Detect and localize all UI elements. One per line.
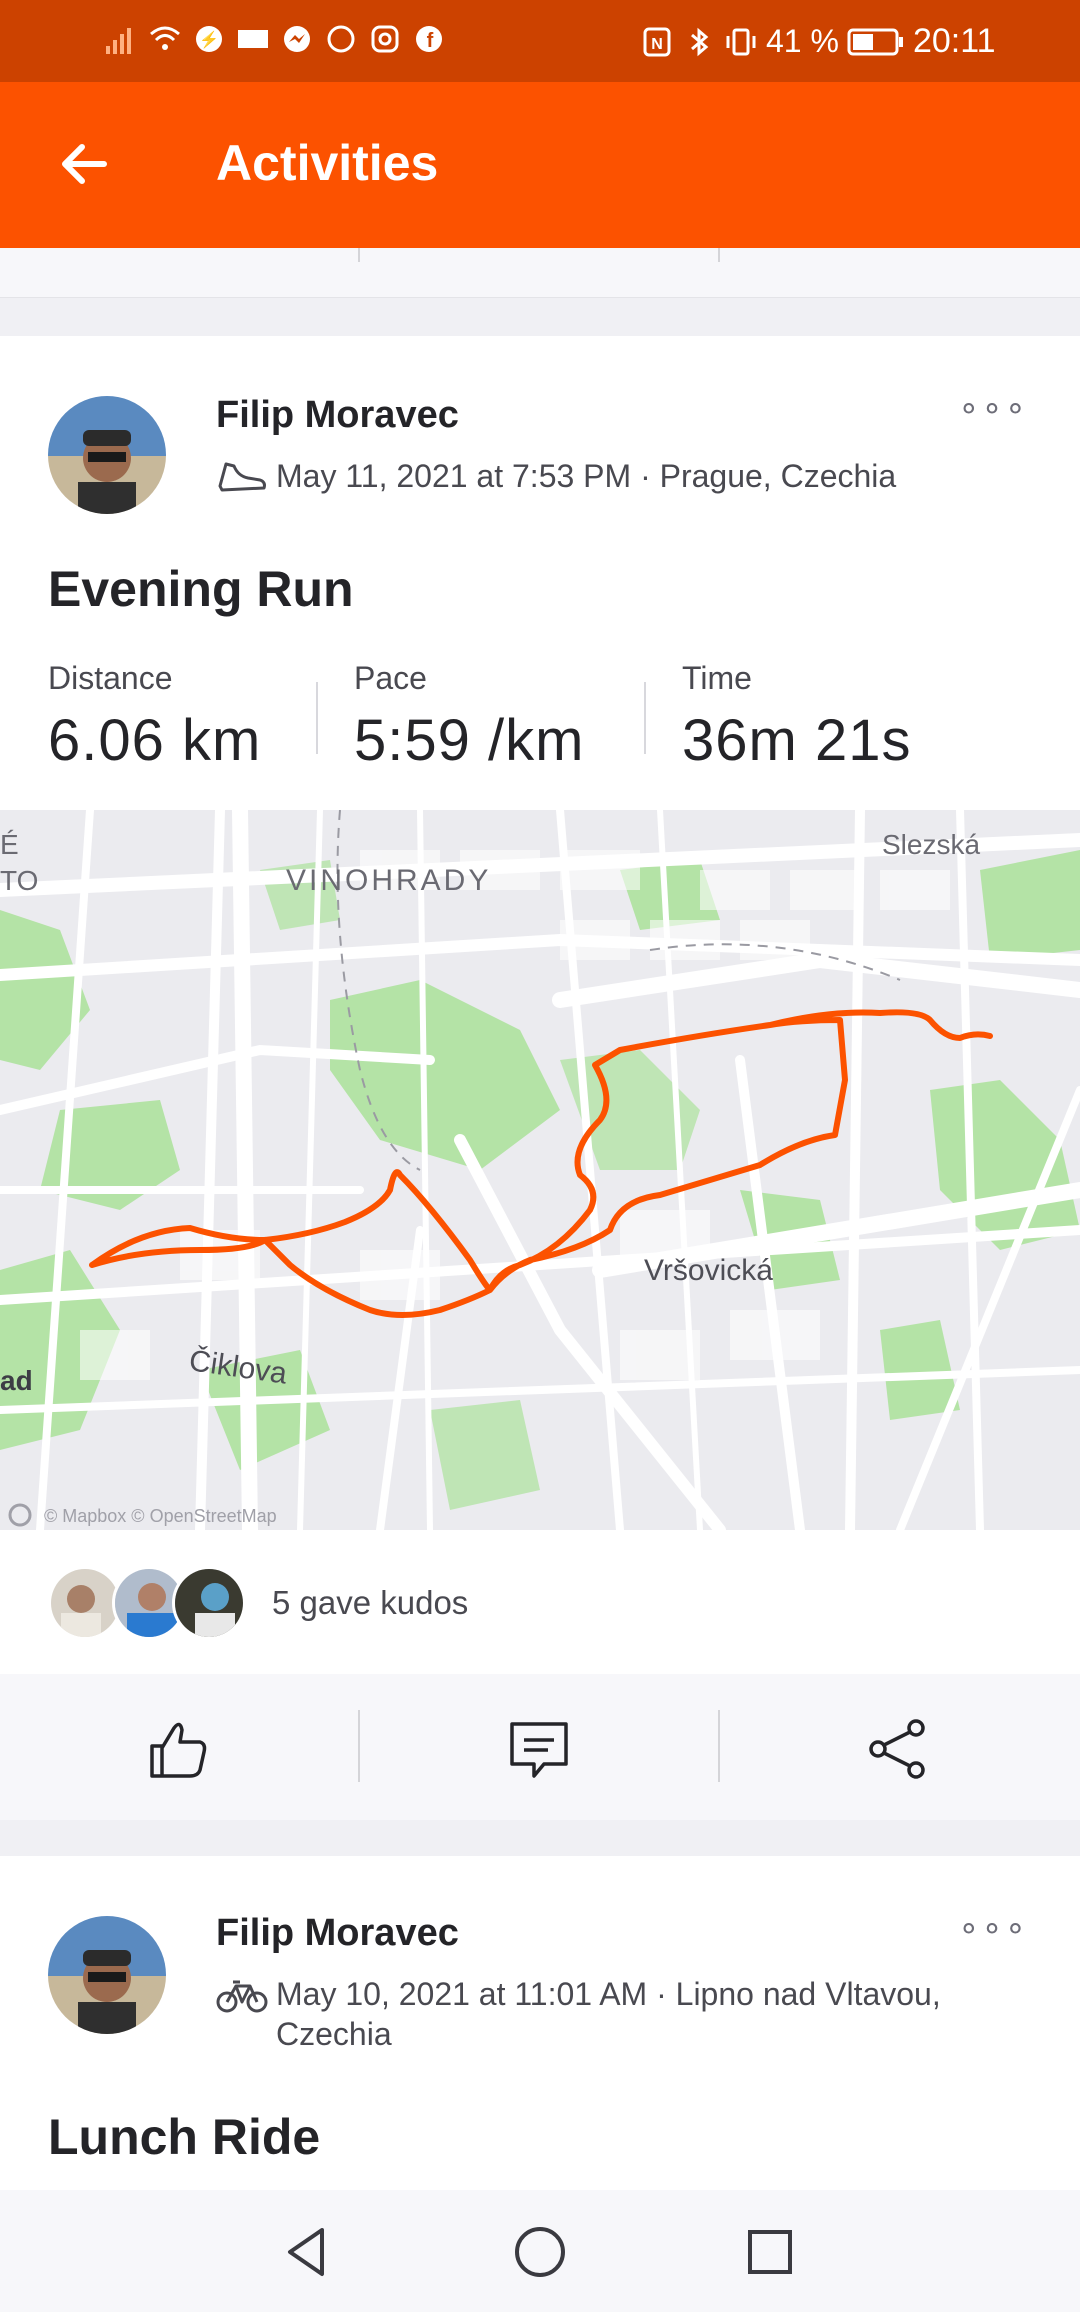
activity-date-location: May 10, 2021 at 11:01 AM · Lipno nad Vlt… <box>276 1976 941 2012</box>
stat-value: 5:59 /km <box>354 708 585 773</box>
clock: 20:11 <box>912 22 996 60</box>
svg-text:⚡: ⚡ <box>199 30 219 49</box>
recents-square-icon[interactable] <box>740 2222 800 2282</box>
svg-text:N: N <box>651 36 663 53</box>
svg-text:f: f <box>427 30 434 52</box>
page-title: Activities <box>216 135 439 191</box>
bicycle-icon <box>216 1980 268 2013</box>
kudo-avatar[interactable] <box>48 1566 122 1640</box>
map-attribution: © Mapbox © OpenStreetMap <box>44 1506 277 1526</box>
activity-actions <box>0 1674 1080 1820</box>
nfc-icon: N <box>643 27 671 56</box>
stat-distance: Distance 6.06 km <box>48 660 261 774</box>
more-options-button[interactable]: ∘∘∘ <box>958 388 1028 428</box>
map-canvas: Slezská VINOHRADY Vršovická Čiklova ad É… <box>0 810 1080 1530</box>
more-options-button[interactable]: ∘∘∘ <box>958 1908 1028 1948</box>
thumbs-up-icon[interactable] <box>144 1714 214 1784</box>
stat-time: Time 36m 21s <box>682 660 911 774</box>
activity-date-location-cont: Czechia <box>276 2016 392 2052</box>
vibrate-icon <box>726 28 756 55</box>
stat-label: Pace <box>354 660 427 696</box>
stat-value: 6.06 km <box>48 708 262 773</box>
map-label: TO <box>0 865 38 896</box>
sonos-icon <box>238 30 268 48</box>
bluetooth-icon <box>691 27 709 56</box>
avatar[interactable] <box>48 1916 166 2034</box>
comment-icon[interactable] <box>504 1714 574 1784</box>
activity-title[interactable]: Evening Run <box>48 560 354 618</box>
divider <box>358 1710 360 1782</box>
map-label: ad <box>0 1365 33 1396</box>
back-triangle-icon[interactable] <box>278 2222 338 2282</box>
route-map[interactable]: Slezská VINOHRADY Vršovická Čiklova ad É… <box>0 810 1080 1530</box>
battery-percent: 41 % <box>766 23 839 59</box>
avatar[interactable] <box>48 396 166 514</box>
kudos-row[interactable]: 5 gave kudos <box>0 1530 1080 1674</box>
system-nav-bar <box>0 2190 1080 2312</box>
status-bar: ⚡ f N 41 % 20:11 <box>0 0 1080 82</box>
previous-card-actions <box>0 248 1080 298</box>
stat-pace: Pace 5:59 /km <box>354 660 584 774</box>
share-icon[interactable] <box>864 1714 934 1784</box>
activity-date-location: May 11, 2021 at 7:53 PM · Prague, Czechi… <box>276 458 897 494</box>
map-label: É <box>0 829 19 860</box>
status-icons-right: N 41 % 20:11 <box>640 22 996 61</box>
kudos-count[interactable]: 5 gave kudos <box>272 1584 468 1622</box>
map-label: Vršovická <box>644 1254 773 1287</box>
running-shoe-icon <box>218 462 266 492</box>
divider <box>718 248 720 262</box>
stat-label: Distance <box>48 660 173 696</box>
divider <box>358 248 360 262</box>
athlete-name[interactable]: Filip Moravec <box>216 394 459 437</box>
status-icons-left: ⚡ f <box>104 22 446 56</box>
wifi-icon <box>150 26 180 50</box>
app-bar: Activities <box>0 82 1080 248</box>
signal-icon <box>106 28 131 54</box>
instagram-icon <box>371 25 399 53</box>
athlete-name[interactable]: Filip Moravec <box>216 1912 459 1955</box>
map-label: Slezská <box>882 829 980 860</box>
divider <box>718 1710 720 1782</box>
messenger-icon <box>284 26 310 52</box>
arrow-left-icon[interactable] <box>54 134 114 194</box>
home-circle-icon[interactable] <box>510 2222 570 2282</box>
app-notification-icon: ⚡ <box>196 26 222 52</box>
stat-value: 36m 21s <box>682 708 912 773</box>
battery-icon <box>847 28 903 55</box>
divider <box>644 682 646 754</box>
divider <box>316 682 318 754</box>
activity-title[interactable]: Lunch Ride <box>48 2108 320 2166</box>
map-label: VINOHRADY <box>286 864 491 897</box>
kudo-avatar[interactable] <box>172 1566 246 1640</box>
facebook-icon: f <box>416 26 442 52</box>
whatsapp-icon <box>327 25 355 53</box>
stat-label: Time <box>682 660 752 696</box>
